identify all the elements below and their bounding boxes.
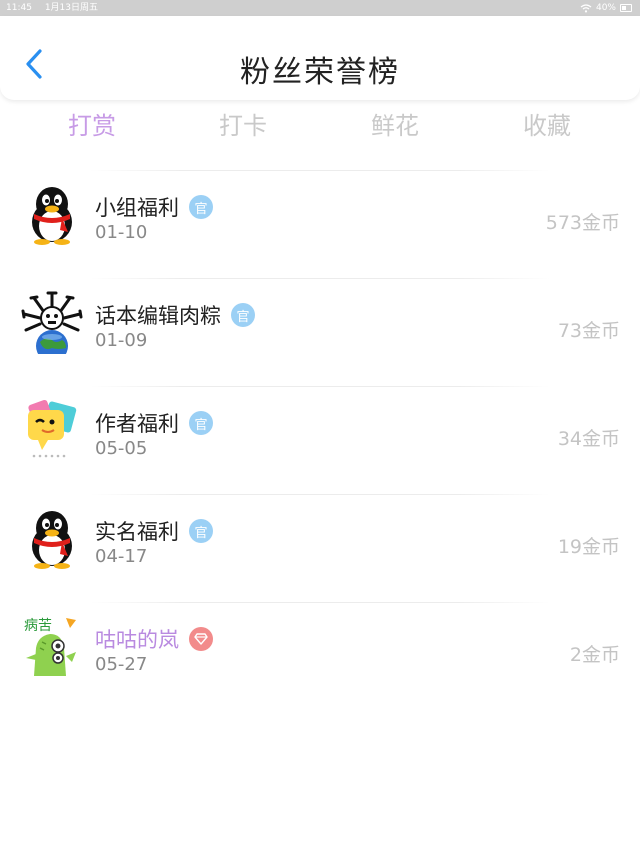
name-line: 小组福利 官 — [95, 192, 213, 222]
name-line: 实名福利 官 — [95, 516, 213, 546]
battery-percent: 40% — [595, 3, 616, 13]
coin-amount: 573金币 — [545, 212, 620, 234]
coin-amount: 73金币 — [557, 320, 620, 342]
status-left: 11:45 1月13日周五 — [6, 0, 108, 16]
coin-amount: 2金币 — [569, 644, 620, 666]
coin-amount: 34金币 — [557, 428, 620, 450]
name-line: 话本编辑肉粽 官 — [95, 300, 255, 330]
reward-date: 01-09 — [95, 330, 148, 351]
wifi-icon — [580, 3, 592, 13]
status-date: 1月13日周五 — [44, 3, 98, 13]
divider — [90, 386, 550, 387]
chat-bubble-avatar[interactable] — [20, 398, 84, 462]
avatar-text: 病苦 — [24, 618, 52, 634]
divider — [90, 278, 550, 279]
battery-icon — [620, 4, 632, 12]
penguin-avatar[interactable] — [20, 182, 84, 246]
tab-checkin[interactable]: 打卡 — [183, 106, 303, 146]
list-item[interactable]: 话本编辑肉粽 官 01-09 73金币 — [0, 278, 640, 386]
official-badge-icon: 官 — [189, 195, 213, 219]
official-badge-icon: 官 — [189, 411, 213, 435]
reward-date: 05-05 — [95, 438, 148, 459]
divider — [90, 602, 550, 603]
reward-date: 04-17 — [95, 546, 148, 567]
divider — [90, 494, 550, 495]
tab-flowers[interactable]: 鲜花 — [335, 106, 455, 146]
header: 粉丝荣誉榜 — [0, 16, 640, 100]
status-right: 40% — [580, 0, 632, 16]
page-title: 粉丝荣誉榜 — [240, 55, 400, 90]
penguin-avatar[interactable] — [20, 506, 84, 570]
green-monster-avatar[interactable]: 病苦 — [20, 614, 84, 678]
list-item[interactable]: 小组福利 官 01-10 573金币 — [0, 170, 640, 278]
list-item[interactable]: 作者福利 官 05-05 34金币 — [0, 386, 640, 494]
user-name[interactable]: 实名福利 — [95, 516, 179, 546]
coin-amount: 19金币 — [557, 536, 620, 558]
reward-date: 01-10 — [95, 222, 148, 243]
name-line: 作者福利 官 — [95, 408, 213, 438]
status-time: 11:45 — [6, 3, 32, 13]
diamond-badge-icon — [189, 627, 213, 651]
tab-bar: 打赏 打卡 鲜花 收藏 — [0, 106, 640, 146]
tab-reward[interactable]: 打赏 — [32, 106, 152, 146]
list-item[interactable]: 病苦 咕咕的岚 05-27 2金币 — [0, 602, 640, 710]
official-badge-icon: 官 — [189, 519, 213, 543]
user-name[interactable]: 话本编辑肉粽 — [95, 300, 221, 330]
list-item[interactable]: 实名福利 官 04-17 19金币 — [0, 494, 640, 602]
tab-favorites[interactable]: 收藏 — [487, 106, 607, 146]
user-name[interactable]: 咕咕的岚 — [95, 624, 179, 654]
name-line: 咕咕的岚 — [95, 624, 213, 654]
reward-date: 05-27 — [95, 654, 148, 675]
status-bar: 11:45 1月13日周五 40% — [0, 0, 640, 16]
official-badge-icon: 官 — [231, 303, 255, 327]
user-name[interactable]: 小组福利 — [95, 192, 179, 222]
divider — [90, 170, 550, 171]
earth-spider-avatar[interactable] — [20, 290, 84, 354]
user-name[interactable]: 作者福利 — [95, 408, 179, 438]
